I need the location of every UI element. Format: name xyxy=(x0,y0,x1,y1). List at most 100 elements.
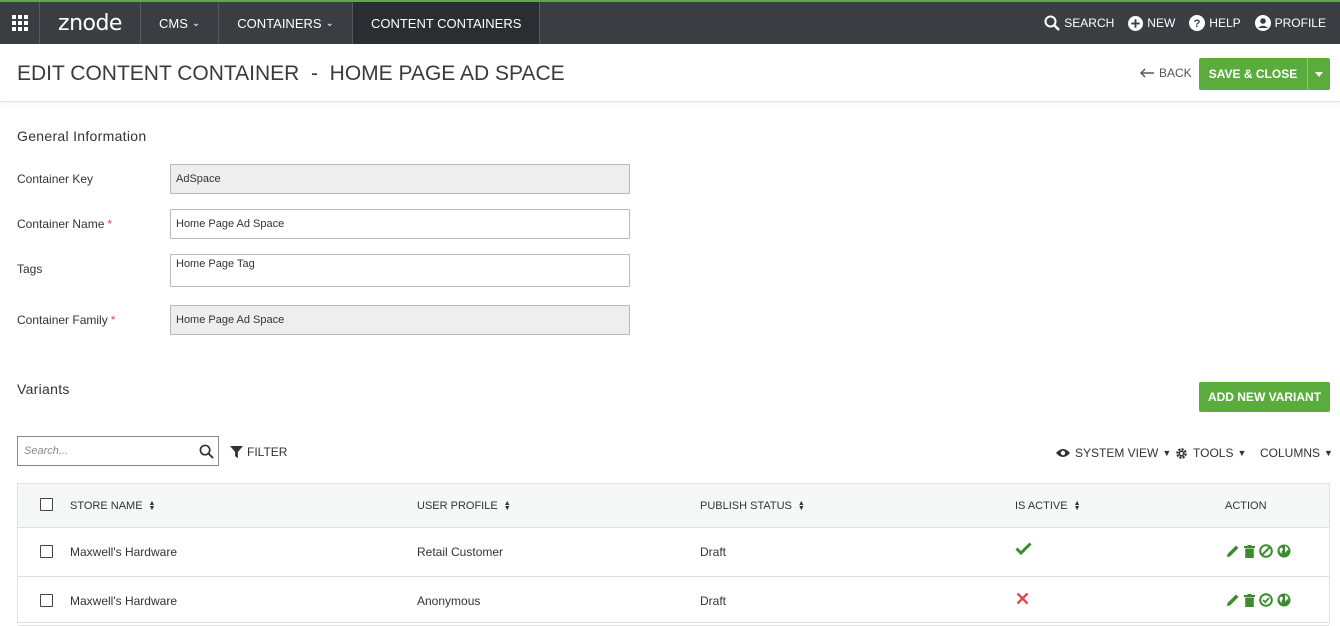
delete-icon[interactable] xyxy=(1244,544,1255,558)
publish-status-cell: Draft xyxy=(700,545,727,559)
columns-dropdown[interactable]: COLUMNS ▼ xyxy=(1260,446,1333,460)
filter-label: FILTER xyxy=(247,445,288,459)
select-all-checkbox[interactable] xyxy=(40,498,53,511)
gear-icon xyxy=(1176,447,1187,459)
nav-new-label: NEW xyxy=(1147,16,1176,30)
variant-search-input[interactable]: Search... xyxy=(17,436,219,466)
back-label: BACK xyxy=(1159,66,1192,80)
store-name-cell: Maxwell's Hardware xyxy=(70,545,177,559)
caret-down-icon xyxy=(1315,71,1323,77)
container-key-label-text: Container Key xyxy=(17,172,94,186)
caret-down-icon: ▼ xyxy=(1237,448,1247,458)
container-name-value: Home Page Ad Space xyxy=(176,218,285,230)
column-label: USER PROFILE xyxy=(417,500,498,512)
nav-cms[interactable]: CMS ⌄ xyxy=(141,2,220,44)
variants-title: Variants xyxy=(17,381,70,397)
tags-textarea[interactable]: Home Page Tag xyxy=(170,254,630,287)
column-label: ACTION xyxy=(1225,500,1267,512)
tools-label: TOOLS xyxy=(1193,446,1234,460)
container-name-label: Container Name * xyxy=(17,217,112,231)
sort-icon[interactable]: ▲ ▼ xyxy=(1074,500,1081,512)
nav-profile-label: PROFILE xyxy=(1274,16,1326,30)
nav-help-label: HELP xyxy=(1209,16,1241,30)
edit-icon[interactable] xyxy=(1226,544,1240,558)
tools-dropdown[interactable]: TOOLS ▼ xyxy=(1175,446,1246,460)
table-row: Maxwell's Hardware Retail Customer Draft xyxy=(18,528,1329,577)
nav-profile[interactable]: PROFILE xyxy=(1254,15,1326,31)
page-header: EDIT CONTENT CONTAINER - HOME PAGE AD SP… xyxy=(0,44,1340,102)
column-header-action: ACTION xyxy=(1225,500,1267,512)
nav-containers[interactable]: CONTAINERS ⌄ xyxy=(219,2,353,44)
sort-icon[interactable]: ▲ ▼ xyxy=(149,500,156,512)
container-name-label-text: Container Name xyxy=(17,217,105,231)
required-marker: * xyxy=(107,217,113,231)
required-marker: * xyxy=(110,313,116,327)
add-new-variant-button[interactable]: ADD NEW VARIANT xyxy=(1199,382,1330,412)
nav-right-group: SEARCH NEW ? HELP PROFILE xyxy=(1044,2,1340,44)
column-header-publish-status[interactable]: PUBLISH STATUS ▲ ▼ xyxy=(700,500,805,512)
system-view-dropdown[interactable]: SYSTEM VIEW ▼ xyxy=(1056,446,1171,460)
nav-content-containers[interactable]: CONTENT CONTAINERS xyxy=(352,2,541,44)
grid-header: STORE NAME ▲ ▼ USER PROFILE ▲ ▼ PUBLISH ST… xyxy=(18,484,1329,528)
chevron-down-icon: ⌄ xyxy=(191,17,201,29)
column-header-store-name[interactable]: STORE NAME ▲ ▼ xyxy=(70,500,155,512)
delete-icon[interactable] xyxy=(1244,593,1255,607)
tags-label: Tags xyxy=(17,262,42,276)
x-mark-icon xyxy=(1016,592,1029,608)
filter-button[interactable]: FILTER xyxy=(230,445,287,459)
caret-down-icon: ▼ xyxy=(1162,448,1172,458)
row-actions xyxy=(1226,593,1295,607)
search-icon[interactable] xyxy=(199,444,214,459)
container-name-input[interactable]: Home Page Ad Space xyxy=(170,209,630,239)
globe-icon[interactable] xyxy=(1277,593,1291,607)
user-profile-cell: Anonymous xyxy=(417,594,481,608)
sort-icon[interactable]: ▲ ▼ xyxy=(798,500,805,512)
nav-help[interactable]: ? HELP xyxy=(1189,15,1241,31)
system-view-label: SYSTEM VIEW xyxy=(1075,446,1159,460)
publish-status-cell: Draft xyxy=(700,594,727,608)
back-button[interactable]: BACK xyxy=(1140,66,1192,80)
help-icon: ? xyxy=(1189,15,1206,31)
user-circle-icon xyxy=(1254,15,1271,31)
tags-value: Home Page Tag xyxy=(176,258,255,270)
row-checkbox[interactable] xyxy=(40,545,53,558)
svg-text:?: ? xyxy=(1194,18,1201,30)
column-label: STORE NAME xyxy=(70,500,143,512)
app-grid-icon[interactable] xyxy=(0,2,40,44)
nav-search[interactable]: SEARCH xyxy=(1044,15,1114,31)
enable-icon[interactable] xyxy=(1259,593,1273,607)
column-header-user-profile[interactable]: USER PROFILE ▲ ▼ xyxy=(417,500,511,512)
variants-grid: STORE NAME ▲ ▼ USER PROFILE ▲ ▼ PUBLISH ST… xyxy=(17,483,1330,626)
nav-cms-label: CMS xyxy=(159,15,188,31)
page-title: EDIT CONTENT CONTAINER - HOME PAGE AD SP… xyxy=(17,62,565,85)
container-family-field: Home Page Ad Space xyxy=(170,305,630,335)
container-key-label: Container Key xyxy=(17,172,93,186)
column-header-is-active[interactable]: IS ACTIVE ▲ ▼ xyxy=(1015,500,1081,512)
table-row: Maxwell's Hardware Anonymous Draft xyxy=(18,577,1329,626)
columns-label: COLUMNS xyxy=(1260,446,1321,460)
save-options-dropdown[interactable] xyxy=(1307,58,1330,90)
edit-icon[interactable] xyxy=(1226,593,1240,607)
save-close-button[interactable]: SAVE & CLOSE xyxy=(1199,58,1307,90)
user-profile-cell: Retail Customer xyxy=(417,545,504,559)
general-info-title: General Information xyxy=(17,128,147,144)
tags-label-text: Tags xyxy=(17,262,43,276)
top-nav-bar: znode CMS ⌄ CONTAINERS ⌄ CONTENT CONTAIN… xyxy=(0,0,1340,44)
container-key-field: AdSpace xyxy=(170,164,630,194)
znode-logo[interactable]: znode xyxy=(40,2,141,44)
column-label: IS ACTIVE xyxy=(1015,500,1068,512)
caret-down-icon: ▼ xyxy=(1324,448,1333,458)
globe-icon[interactable] xyxy=(1277,544,1291,558)
search-icon xyxy=(1044,15,1061,31)
container-key-value: AdSpace xyxy=(176,173,221,185)
nav-content-containers-label: CONTENT CONTAINERS xyxy=(370,15,522,31)
row-checkbox[interactable] xyxy=(40,594,53,607)
search-placeholder: Search... xyxy=(24,445,69,457)
nav-new[interactable]: NEW xyxy=(1128,15,1176,31)
eye-icon xyxy=(1056,449,1070,457)
disable-icon[interactable] xyxy=(1259,544,1273,558)
sort-icon[interactable]: ▲ ▼ xyxy=(504,500,511,512)
chevron-down-icon: ⌄ xyxy=(325,17,334,29)
arrow-left-icon xyxy=(1140,68,1154,78)
store-name-cell: Maxwell's Hardware xyxy=(70,594,177,608)
